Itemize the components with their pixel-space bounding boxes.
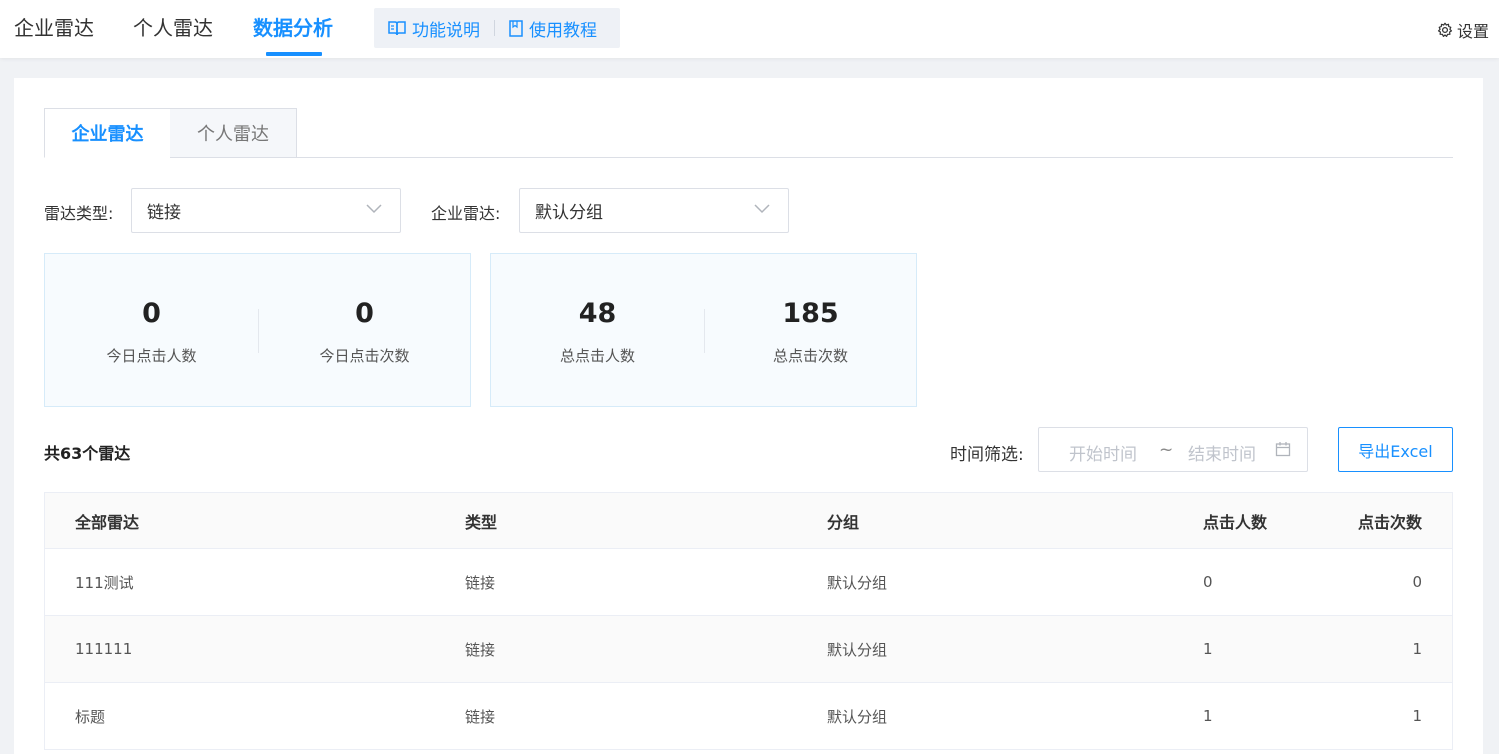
chevron-down-icon	[366, 204, 382, 214]
topnav-personal-radar[interactable]: 个人雷达	[133, 15, 213, 41]
help-links-group: 功能说明 使用教程	[374, 8, 620, 48]
table-row[interactable]: 111测试 链接 默认分组 0 0	[45, 549, 1452, 616]
chevron-down-icon	[754, 204, 770, 214]
enterprise-radar-value: 默认分组	[535, 203, 603, 223]
stat-value: 185	[782, 298, 839, 329]
cell-group: 默认分组	[827, 573, 888, 592]
cell-group: 默认分组	[827, 707, 888, 726]
stat-label: 今日点击人数	[106, 347, 197, 365]
cell-type: 链接	[465, 573, 496, 592]
stat-total-visitors: 48 总点击人数	[491, 254, 704, 408]
settings-label: 设置	[1456, 22, 1489, 41]
main-card: 企业雷达 个人雷达 雷达类型: 链接 企业雷达: 默认分组 0 今日点击人数 0…	[14, 78, 1483, 754]
stat-today-clicks: 0 今日点击次数	[258, 254, 471, 408]
calendar-icon	[1275, 442, 1291, 457]
feature-description-link[interactable]: 功能说明	[374, 16, 494, 41]
table-row[interactable]: 111111 链接 默认分组 1 1	[45, 616, 1452, 683]
column-header-all-radars: 全部雷达	[75, 512, 140, 532]
stat-total-clicks: 185 总点击次数	[704, 254, 917, 408]
enterprise-radar-label: 企业雷达:	[431, 204, 501, 223]
cell-type: 链接	[465, 707, 496, 726]
total-stats-box: 48 总点击人数 185 总点击次数	[490, 253, 917, 407]
settings-button[interactable]: 设置	[1437, 18, 1489, 42]
top-navigation-bar: 企业雷达 个人雷达 数据分析 功能说明 使用教程 设置	[0, 0, 1499, 58]
feature-description-label: 功能说明	[412, 20, 480, 41]
time-filter-label: 时间筛选:	[950, 445, 1024, 465]
cell-type: 链接	[465, 640, 496, 659]
column-header-type: 类型	[465, 512, 498, 532]
tutorial-label: 使用教程	[529, 20, 597, 41]
cell-radar-name: 标题	[75, 707, 106, 726]
topnav-enterprise-radar[interactable]: 企业雷达	[14, 15, 94, 41]
stat-value: 0	[355, 298, 374, 329]
radar-count-summary: 共63个雷达	[44, 444, 131, 463]
stat-value: 48	[578, 298, 617, 329]
stat-label: 总点击人数	[559, 347, 635, 365]
radar-tabs: 企业雷达 个人雷达	[44, 108, 1453, 158]
stat-value: 0	[142, 298, 161, 329]
radar-table: 全部雷达 类型 分组 点击人数 点击次数 111测试 链接 默认分组 0 0 1…	[44, 492, 1453, 750]
cell-clicks: 1	[1412, 640, 1422, 658]
start-date-input[interactable]: 开始时间	[1069, 440, 1137, 465]
cell-visitors: 0	[1203, 573, 1213, 591]
cell-group: 默认分组	[827, 640, 888, 659]
cell-radar-name: 111111	[75, 640, 133, 658]
table-header: 全部雷达 类型 分组 点击人数 点击次数	[45, 493, 1452, 549]
stat-label: 总点击次数	[772, 347, 848, 365]
active-tab-indicator	[266, 52, 322, 56]
stat-today-visitors: 0 今日点击人数	[45, 254, 258, 408]
column-header-clicks: 点击次数	[1357, 512, 1422, 532]
tutorial-link[interactable]: 使用教程	[495, 16, 611, 41]
cell-visitors: 1	[1203, 640, 1213, 658]
column-header-visitors: 点击人数	[1203, 512, 1268, 532]
cell-radar-name: 111测试	[75, 573, 134, 592]
book-icon	[388, 21, 406, 36]
cell-visitors: 1	[1203, 707, 1213, 725]
table-row[interactable]: 标题 链接 默认分组 1 1	[45, 683, 1452, 750]
date-range-picker[interactable]: 开始时间 ~ 结束时间	[1038, 427, 1308, 472]
radar-type-value: 链接	[147, 203, 181, 223]
topnav-data-analysis[interactable]: 数据分析	[253, 15, 333, 41]
radar-type-select[interactable]: 链接	[131, 188, 401, 233]
cell-clicks: 0	[1412, 573, 1422, 591]
gear-icon	[1437, 22, 1453, 37]
range-separator: ~	[1159, 440, 1174, 460]
radar-type-label: 雷达类型:	[44, 204, 114, 223]
stat-label: 今日点击次数	[319, 347, 410, 365]
enterprise-radar-select[interactable]: 默认分组	[519, 188, 789, 233]
column-header-group: 分组	[827, 512, 860, 532]
today-stats-box: 0 今日点击人数 0 今日点击次数	[44, 253, 471, 407]
document-icon	[509, 19, 523, 37]
cell-clicks: 1	[1412, 707, 1422, 725]
end-date-input[interactable]: 结束时间	[1188, 440, 1256, 465]
tab-enterprise-radar[interactable]: 企业雷达	[44, 108, 171, 158]
tab-personal-radar[interactable]: 个人雷达	[170, 108, 297, 158]
export-excel-button[interactable]: 导出Excel	[1338, 427, 1453, 472]
